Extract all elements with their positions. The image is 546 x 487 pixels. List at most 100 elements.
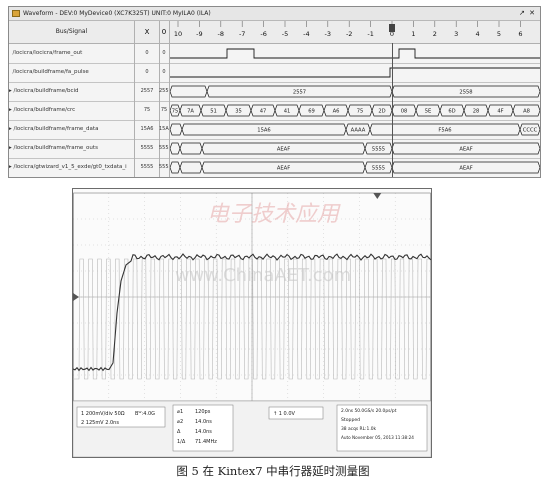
signal-row[interactable]: ▸ /locicra/buildframe/frame_data15A615A6… xyxy=(9,120,540,140)
ruler-tick-label: 6 xyxy=(518,30,522,38)
x-column-header[interactable]: X xyxy=(135,21,160,43)
signal-name[interactable]: /locicra/buildframe/fa_pulse xyxy=(9,63,135,82)
window-controls[interactable]: ↗ ✕ xyxy=(519,7,536,20)
signal-name[interactable]: ▸ /locicra/buildframe/crc xyxy=(9,101,135,120)
bus-value-label: F5A6 xyxy=(438,128,451,134)
signal-row[interactable]: ▸ /locicra/buildframe/bcid25572557255725… xyxy=(9,82,540,102)
signal-x-value: 5555 xyxy=(135,158,160,177)
bus-value-label: 5555 xyxy=(372,166,385,172)
time-ruler[interactable]: 10 -9 -8 -7 -6 -5 -4 -3 -2 -1 0 1 2 3 4 5 6 xyxy=(170,21,540,43)
ila-waveform-window: Waveform - DEV:0 MyDevice0 (XC7K325T) UN… xyxy=(8,6,541,178)
bus-value-label: 41 xyxy=(284,109,291,115)
signal-x-value: 5555 xyxy=(135,139,160,158)
signal-x-value: 2557 xyxy=(135,82,160,101)
watermark-domain: www.ChinaAET.com xyxy=(175,265,351,286)
signal-name[interactable]: ▸ /locicra/gtwizard_v1_5_exde/gt0_txdata… xyxy=(9,158,135,177)
waveform-header-row: Bus/Signal X 0 10 -9 -8 -7 -6 -5 -4 -3 -2 -1 0 1 2 3 4… xyxy=(9,21,540,44)
bus-value-label: 15A6 xyxy=(257,128,270,134)
signal-waveform: 2557 2558 xyxy=(170,85,540,98)
ruler-tick-label: -9 xyxy=(196,30,202,38)
o-column-header[interactable]: 0 xyxy=(159,21,170,43)
signal-name[interactable]: ▸ /locicra/buildframe/frame_data xyxy=(9,120,135,139)
signal-name[interactable]: /locicra/locicra/frame_out xyxy=(9,44,135,63)
signal-name[interactable]: ▸ /locicra/buildframe/frame_outs xyxy=(9,139,135,158)
measure-name-label: Δ xyxy=(177,429,181,435)
window-title-bar: Waveform - DEV:0 MyDevice0 (XC7K325T) UN… xyxy=(9,7,540,21)
signal-waveform xyxy=(170,67,540,78)
measure-value-label: 14.0ns xyxy=(195,419,212,425)
bus-segment xyxy=(170,85,208,98)
bus-segment xyxy=(170,142,181,155)
window-title: Waveform - DEV:0 MyDevice0 (XC7K325T) UN… xyxy=(23,10,211,17)
ruler-tick-label: -2 xyxy=(346,30,352,38)
signal-o-value: 75 xyxy=(159,101,170,120)
watermark-brand: 电子技术应用 xyxy=(207,202,341,227)
measure-name-label: ⌀1 xyxy=(177,409,183,415)
signal-waveform: 15A6 AAAA F5A6 CCCC xyxy=(170,123,540,136)
signal-o-value: 0 xyxy=(159,44,170,63)
bus-value-label: AEAF xyxy=(277,147,290,153)
signal-o-value: 5555 xyxy=(159,158,170,177)
bus-value-label: 5555 xyxy=(372,147,385,153)
signal-x-value: 75 xyxy=(135,101,160,120)
figure-caption: 图 5 在 Kintex7 中串行器延时测量图 xyxy=(176,464,370,478)
signal-waveform: AEAF 5555 AEAF xyxy=(170,161,540,174)
signal-o-value: 5555 xyxy=(159,139,170,158)
ruler-tick-label: -5 xyxy=(282,30,288,38)
bus-value-label: CCCC xyxy=(523,128,538,134)
time-cursor-line[interactable] xyxy=(392,43,393,177)
bus-value-label: 35 xyxy=(235,109,242,115)
bus-value-label: 47 xyxy=(260,109,267,115)
acquisition-count-label: 38 acqs RL:1.0k xyxy=(341,426,377,432)
bus-value-label: 2558 xyxy=(459,90,472,96)
ruler-tick-label: 3 xyxy=(454,30,458,38)
bus-value-label: 6D xyxy=(448,109,455,115)
bus-segment xyxy=(179,161,203,174)
bus-value-label: 75 xyxy=(357,109,364,115)
bus-signal-header[interactable]: Bus/Signal xyxy=(9,21,135,43)
bus-value-label: AEAF xyxy=(459,166,472,172)
trigger-level-label: ↑ 1 0.0V xyxy=(273,411,296,417)
bus-value-label: 4F xyxy=(497,109,503,115)
measure-name-label: 1/Δ xyxy=(177,439,186,445)
bus-value-label: 28 xyxy=(473,109,480,115)
bit-trace xyxy=(170,48,540,59)
signal-row[interactable]: ▸ /locicra/buildframe/crc 75 75 75 7A 51 35 47 4… xyxy=(9,101,540,121)
ruler-tick-label: 5 xyxy=(497,30,501,38)
signal-name[interactable]: ▸ /locicra/buildframe/bcid xyxy=(9,82,135,101)
bus-value-label: 2557 xyxy=(293,90,306,96)
bus-value-label: A8 xyxy=(523,109,530,115)
signal-row[interactable]: ▸ /locicra/gtwizard_v1_5_exde/gt0_txdata… xyxy=(9,158,540,177)
bus-value-label: 51 xyxy=(210,109,217,115)
signal-x-value: 15A6 xyxy=(135,120,160,139)
ruler-tick-label: -1 xyxy=(367,30,373,38)
signal-o-value: 2557 xyxy=(159,82,170,101)
signal-waveform xyxy=(170,48,540,59)
signal-row[interactable]: /locicra/buildframe/fa_pulse 0 0 xyxy=(9,63,540,83)
bus-value-label: AEAF xyxy=(459,147,472,153)
bus-value-label: AAAA xyxy=(351,128,366,134)
bus-segment xyxy=(170,161,181,174)
signal-row[interactable]: ▸ /locicra/buildframe/frame_outs55555555… xyxy=(9,139,540,159)
ruler-tick-label: 10 xyxy=(174,30,182,38)
signal-x-value: 0 xyxy=(135,63,160,82)
signal-x-value: 0 xyxy=(135,44,160,63)
signal-row[interactable]: /locicra/locicra/frame_out 0 0 xyxy=(9,44,540,64)
ruler-tick-label: 2 xyxy=(433,30,437,38)
measure-value-label: 71.4MHz xyxy=(195,439,217,445)
channel-level-marker-icon[interactable] xyxy=(73,293,79,301)
signal-o-value: 0 xyxy=(159,63,170,82)
cursor-marker-icon[interactable] xyxy=(389,24,395,32)
bus-value-label: 08 xyxy=(401,109,408,115)
bit-trace xyxy=(170,67,540,78)
ch1-bandwidth-label: Bᵂ:4.0G xyxy=(135,411,155,417)
acquisition-status-label: Stopped xyxy=(341,417,360,423)
bus-segment xyxy=(170,123,183,136)
signal-waveform: AEAF 5555 AEAF xyxy=(170,142,540,155)
measure-value-label: 14.0ns xyxy=(195,429,212,435)
trigger-position-marker-icon[interactable] xyxy=(373,193,382,199)
ruler-tick-label: -4 xyxy=(303,30,309,38)
signal-o-value: 15A6 xyxy=(159,120,170,139)
timebase-label: 2.0ns 50.0GS/s 20.0ps/pt xyxy=(341,408,397,414)
ch1-scale-label: 1 200mV/div 50Ω xyxy=(81,411,125,417)
